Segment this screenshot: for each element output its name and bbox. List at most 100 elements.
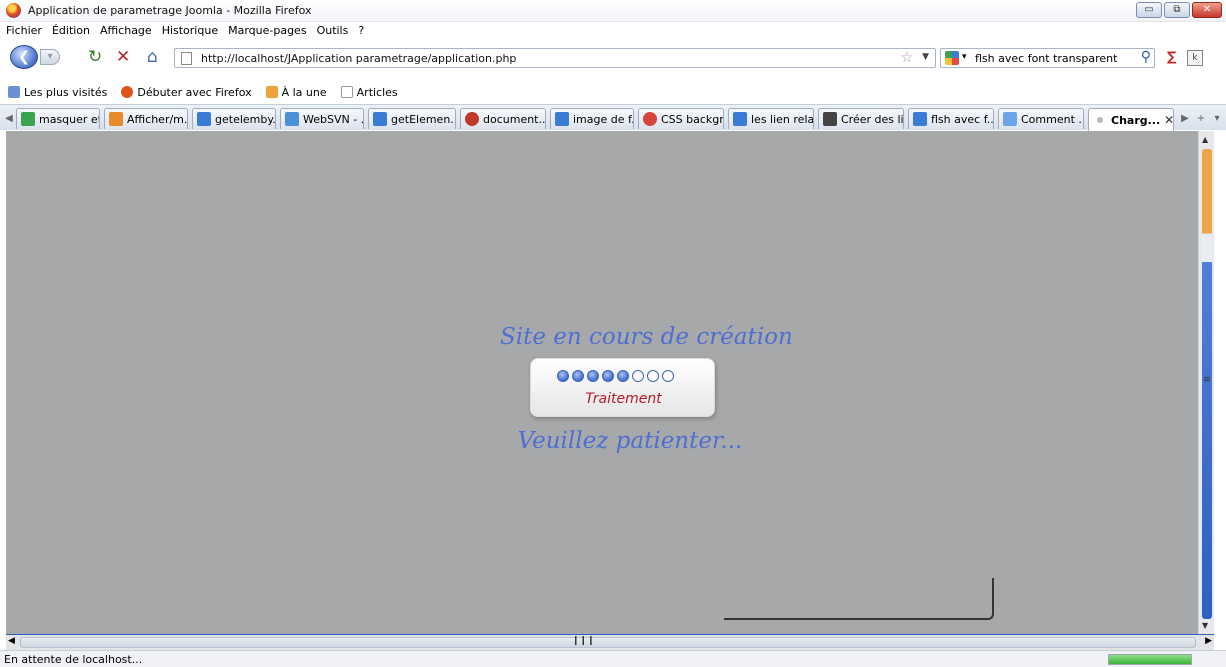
progress-dot-filled [602, 370, 614, 382]
tab-scroll-left-icon[interactable]: ◀ [2, 110, 16, 128]
progress-dots [557, 370, 674, 382]
progress-dot-filled [617, 370, 629, 382]
progress-dot-empty [632, 370, 644, 382]
maximize-button[interactable]: ⧉ [1164, 2, 1190, 18]
close-tab-icon[interactable]: ✕ [1164, 113, 1173, 127]
bookmark-a-la-une[interactable]: À la une [265, 85, 327, 99]
site-icon [1003, 112, 1017, 126]
addon-icon[interactable]: ∑ [1167, 50, 1176, 65]
bookmark-label: Les plus visités [24, 85, 108, 99]
rss-feed-icon [265, 86, 278, 98]
tab-image-de-fond[interactable]: image de f... [550, 108, 634, 129]
back-button[interactable]: ❮ [10, 45, 38, 69]
addon-box-icon[interactable]: k [1187, 50, 1203, 66]
vertical-scrollbar[interactable]: ▲ ≡ ▼ [1198, 131, 1214, 634]
window-title: Application de parametrage Joomla - Mozi… [28, 4, 312, 17]
tab-label: masquer et... [39, 112, 99, 126]
status-text: En attente de localhost... [4, 653, 143, 666]
tab-comment[interactable]: Comment ... [998, 108, 1084, 129]
bookmark-label: Articles [356, 85, 398, 99]
progress-dot-filled [587, 370, 599, 382]
bookmark-debuter-avec-firefox[interactable]: Débuter avec Firefox [121, 85, 252, 99]
menu-historique[interactable]: Historique [162, 22, 218, 40]
bookmark-les-plus-visites[interactable]: Les plus visités [8, 86, 107, 99]
tab-label: Comment ... [1021, 112, 1084, 126]
menu-bar: Fichier Édition Affichage Historique Mar… [0, 22, 1226, 40]
tab-masquer[interactable]: masquer et... [16, 108, 100, 129]
scroll-left-icon[interactable]: ◀ [8, 636, 15, 646]
tab-afficher[interactable]: Afficher/m... [104, 108, 188, 129]
menu-outils[interactable]: Outils [317, 22, 349, 40]
google-icon [21, 112, 35, 126]
scroll-up-icon[interactable]: ▲ [1202, 135, 1208, 144]
bookmark-label: À la une [281, 85, 327, 99]
tab-label: les lien rela... [751, 112, 814, 126]
page-icon [181, 52, 192, 65]
scroll-grip-icon: ❙❙❙ [572, 636, 595, 646]
horizontal-scrollbar[interactable]: ◀ ❙❙❙ ▶ [6, 634, 1214, 650]
scroll-down-icon[interactable]: ▼ [1202, 621, 1208, 630]
url-history-dropdown-icon[interactable]: ▼ [922, 52, 929, 62]
tab-label: Créer des li... [841, 112, 904, 126]
tab-websvn[interactable]: WebSVN - ... [280, 108, 364, 129]
decorative-frame-corner [724, 578, 994, 620]
site-icon [109, 112, 123, 126]
firefox-logo-icon [6, 3, 21, 18]
websvn-icon [285, 112, 299, 126]
tab-flsh-avec-font[interactable]: flsh avec f... [908, 108, 994, 129]
tab-chargement-active[interactable]: Charg... ✕ [1088, 108, 1174, 131]
google-icon [913, 112, 927, 126]
reload-icon[interactable]: ↻ [88, 48, 102, 66]
menu-edition[interactable]: Édition [52, 22, 90, 40]
tab-getelemby[interactable]: getelemby... [192, 108, 276, 129]
horizontal-scroll-thumb[interactable] [20, 637, 1196, 648]
google-search-engine-icon[interactable] [945, 51, 959, 65]
google-icon [197, 112, 211, 126]
tab-document[interactable]: document.... [460, 108, 546, 129]
tab-label: WebSVN - ... [303, 112, 364, 126]
window-controls: ▭ ⧉ ✕ [1136, 2, 1222, 18]
progress-fill [1109, 655, 1191, 664]
loading-spinner-icon [1093, 113, 1107, 127]
progress-dot-filled [557, 370, 569, 382]
url-bar[interactable]: http://localhost/JApplication parametrag… [174, 48, 936, 68]
stop-icon[interactable]: ✕ [116, 48, 130, 66]
status-bar: En attente de localhost... [0, 650, 1226, 667]
navigation-toolbar: ❮ ▾ ↻ ✕ ⌂ http://localhost/JApplication … [0, 40, 1226, 74]
tab-list-dropdown-icon[interactable]: ▾ [1210, 110, 1224, 128]
site-icon [823, 112, 837, 126]
search-bar[interactable]: ▾ flsh avec font transparent ⚲ [940, 48, 1155, 68]
menu-aide[interactable]: ? [358, 22, 364, 40]
bookmark-star-icon[interactable]: ☆ [900, 50, 913, 66]
progress-dot-filled [572, 370, 584, 382]
site-icon [643, 112, 657, 126]
tab-label: Afficher/m... [127, 112, 188, 126]
tab-les-lien-relatifs[interactable]: les lien rela... [728, 108, 814, 129]
tab-label: flsh avec f... [931, 112, 994, 126]
wait-message: Veuillez patienter... [517, 428, 743, 454]
search-input[interactable]: flsh avec font transparent [975, 52, 1117, 65]
tab-css-background[interactable]: CSS backgr... [638, 108, 724, 129]
forward-button[interactable]: ▾ [40, 49, 60, 65]
bookmark-label: Débuter avec Firefox [137, 85, 252, 99]
window-titlebar: Application de parametrage Joomla - Mozi… [0, 0, 1226, 22]
close-window-button[interactable]: ✕ [1192, 2, 1222, 18]
menu-fichier[interactable]: Fichier [6, 22, 42, 40]
home-icon[interactable]: ⌂ [147, 48, 158, 66]
menu-affichage[interactable]: Affichage [100, 22, 152, 40]
bookmarks-toolbar: Les plus visités Débuter avec Firefox À … [0, 82, 1226, 102]
menu-marque-pages[interactable]: Marque-pages [228, 22, 306, 40]
tab-scroll-right-icon[interactable]: ▶ [1178, 110, 1192, 128]
tab-getelement[interactable]: getElemen... [368, 108, 456, 129]
url-text[interactable]: http://localhost/JApplication parametrag… [201, 52, 516, 65]
bookmark-articles[interactable]: Articles [340, 85, 398, 99]
loading-indicator: Traitement [530, 358, 715, 417]
minimize-button[interactable]: ▭ [1136, 2, 1162, 18]
search-icon[interactable]: ⚲ [1141, 49, 1151, 65]
scroll-right-icon[interactable]: ▶ [1205, 636, 1212, 646]
tab-creer-des-liens[interactable]: Créer des li... [818, 108, 904, 129]
new-tab-icon[interactable]: + [1194, 110, 1208, 128]
search-engine-dropdown-icon[interactable]: ▾ [962, 52, 967, 62]
tab-label: getelemby... [215, 112, 276, 126]
progress-dot-empty [647, 370, 659, 382]
